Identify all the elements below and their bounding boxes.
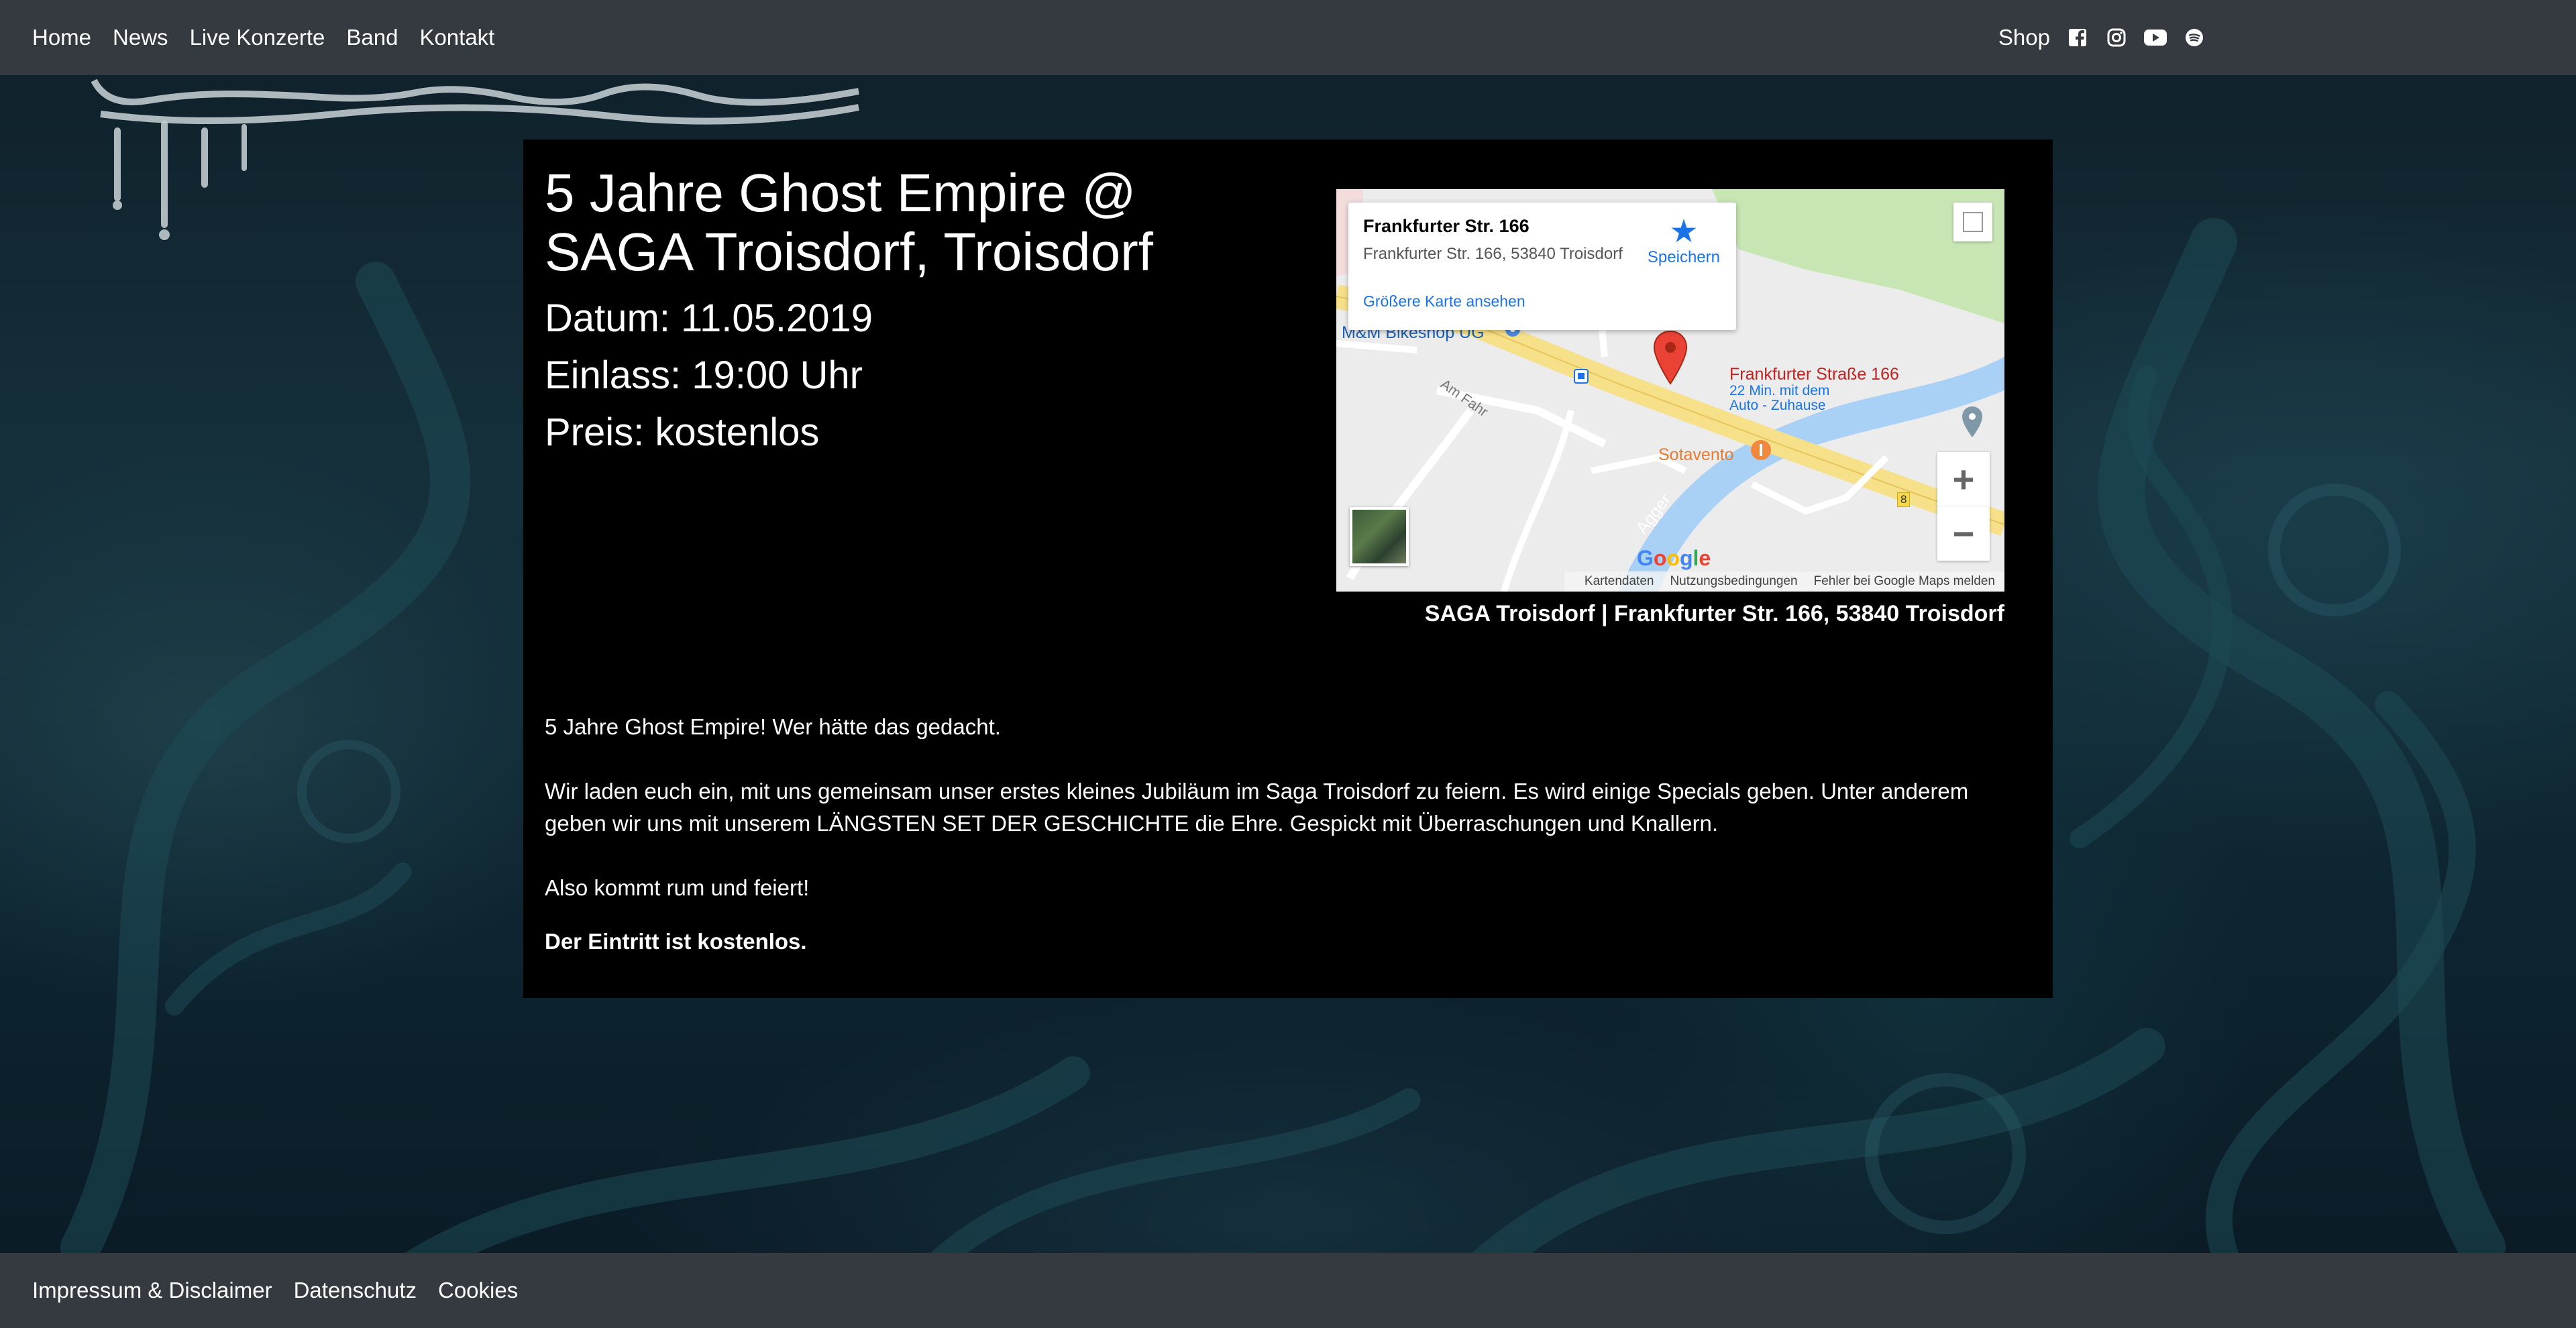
map-pin-travel-time: 22 Min. mit dem Auto - Zuhause bbox=[1729, 383, 1830, 413]
footer-cookies[interactable]: Cookies bbox=[438, 1278, 518, 1303]
map-poi-restaurant[interactable]: Sotavento bbox=[1658, 445, 1734, 465]
description-paragraph-1: 5 Jahre Ghost Empire! Wer hätte das geda… bbox=[545, 714, 1001, 739]
fullscreen-toggle[interactable] bbox=[1953, 203, 1992, 241]
bottom-footer: Impressum & Disclaimer Datenschutz Cooki… bbox=[0, 1253, 2576, 1328]
location-pin-icon[interactable] bbox=[1960, 405, 1984, 439]
event-description: 5 Jahre Ghost Empire! Wer hätte das geda… bbox=[545, 711, 2021, 990]
nav-home[interactable]: Home bbox=[32, 25, 91, 50]
nav-news[interactable]: News bbox=[113, 25, 168, 50]
map-attribution: Kartendaten Nutzungsbedingungen Fehler b… bbox=[1564, 571, 2004, 592]
event-card: 5 Jahre Ghost Empire @ SAGA Troisdorf, T… bbox=[523, 140, 2053, 998]
zoom-controls: + − bbox=[1937, 452, 1990, 561]
facebook-icon[interactable] bbox=[2066, 26, 2089, 49]
star-icon: ★ bbox=[1669, 214, 1699, 250]
main-menu: Home News Live Konzerte Band Kontakt bbox=[32, 25, 494, 50]
save-place-button[interactable]: ★ Speichern bbox=[1648, 216, 1720, 267]
map-data-link[interactable]: Kartendaten bbox=[1585, 574, 1654, 589]
description-paragraph-2: Wir laden euch ein, mit uns gemeinsam un… bbox=[545, 779, 1969, 836]
nav-kontakt[interactable]: Kontakt bbox=[419, 25, 494, 50]
instagram-icon[interactable] bbox=[2105, 26, 2128, 49]
zoom-out-button[interactable]: − bbox=[1937, 506, 1990, 561]
spotify-icon[interactable] bbox=[2183, 26, 2206, 49]
description-free-entry: Der Eintritt ist kostenlos. bbox=[545, 929, 807, 954]
save-label: Speichern bbox=[1647, 248, 1720, 266]
youtube-icon[interactable] bbox=[2144, 26, 2167, 49]
event-title: 5 Jahre Ghost Empire @ SAGA Troisdorf, T… bbox=[545, 163, 1153, 282]
map-pin-label: Frankfurter Straße 166 bbox=[1729, 365, 1899, 384]
footer-impressum[interactable]: Impressum & Disclaimer bbox=[32, 1278, 272, 1303]
restaurant-icon[interactable] bbox=[1750, 439, 1772, 465]
bus-stop-icon[interactable] bbox=[1574, 369, 1589, 384]
map-pin-icon[interactable] bbox=[1652, 330, 1689, 386]
map-road-number: 8 bbox=[1897, 492, 1911, 507]
footer-datenschutz[interactable]: Datenschutz bbox=[294, 1278, 417, 1303]
satellite-view-toggle[interactable] bbox=[1350, 507, 1409, 566]
nav-live-konzerte[interactable]: Live Konzerte bbox=[190, 25, 325, 50]
social-menu: Shop bbox=[1998, 25, 2206, 50]
zoom-in-button[interactable]: + bbox=[1937, 452, 1990, 506]
larger-map-link[interactable]: Größere Karte ansehen bbox=[1363, 292, 1525, 311]
map-terms-link[interactable]: Nutzungsbedingungen bbox=[1670, 574, 1797, 589]
google-logo: Google bbox=[1637, 546, 1711, 570]
description-paragraph-3: Also kommt rum und feiert! bbox=[545, 875, 810, 900]
map-info-popup: Frankfurter Str. 166 Frankfurter Str. 16… bbox=[1348, 203, 1736, 330]
nav-band[interactable]: Band bbox=[346, 25, 398, 50]
top-navbar: Home News Live Konzerte Band Kontakt Sho… bbox=[0, 0, 2576, 75]
google-map[interactable]: M&M Bikeshop UG Frankfurter Straße 166 2… bbox=[1336, 189, 2004, 592]
nav-shop[interactable]: Shop bbox=[1998, 25, 2050, 50]
map-section: M&M Bikeshop UG Frankfurter Straße 166 2… bbox=[1336, 189, 2004, 627]
map-report-link[interactable]: Fehler bei Google Maps melden bbox=[1814, 574, 1995, 589]
venue-caption: SAGA Troisdorf | Frankfurter Str. 166, 5… bbox=[1424, 601, 2004, 626]
